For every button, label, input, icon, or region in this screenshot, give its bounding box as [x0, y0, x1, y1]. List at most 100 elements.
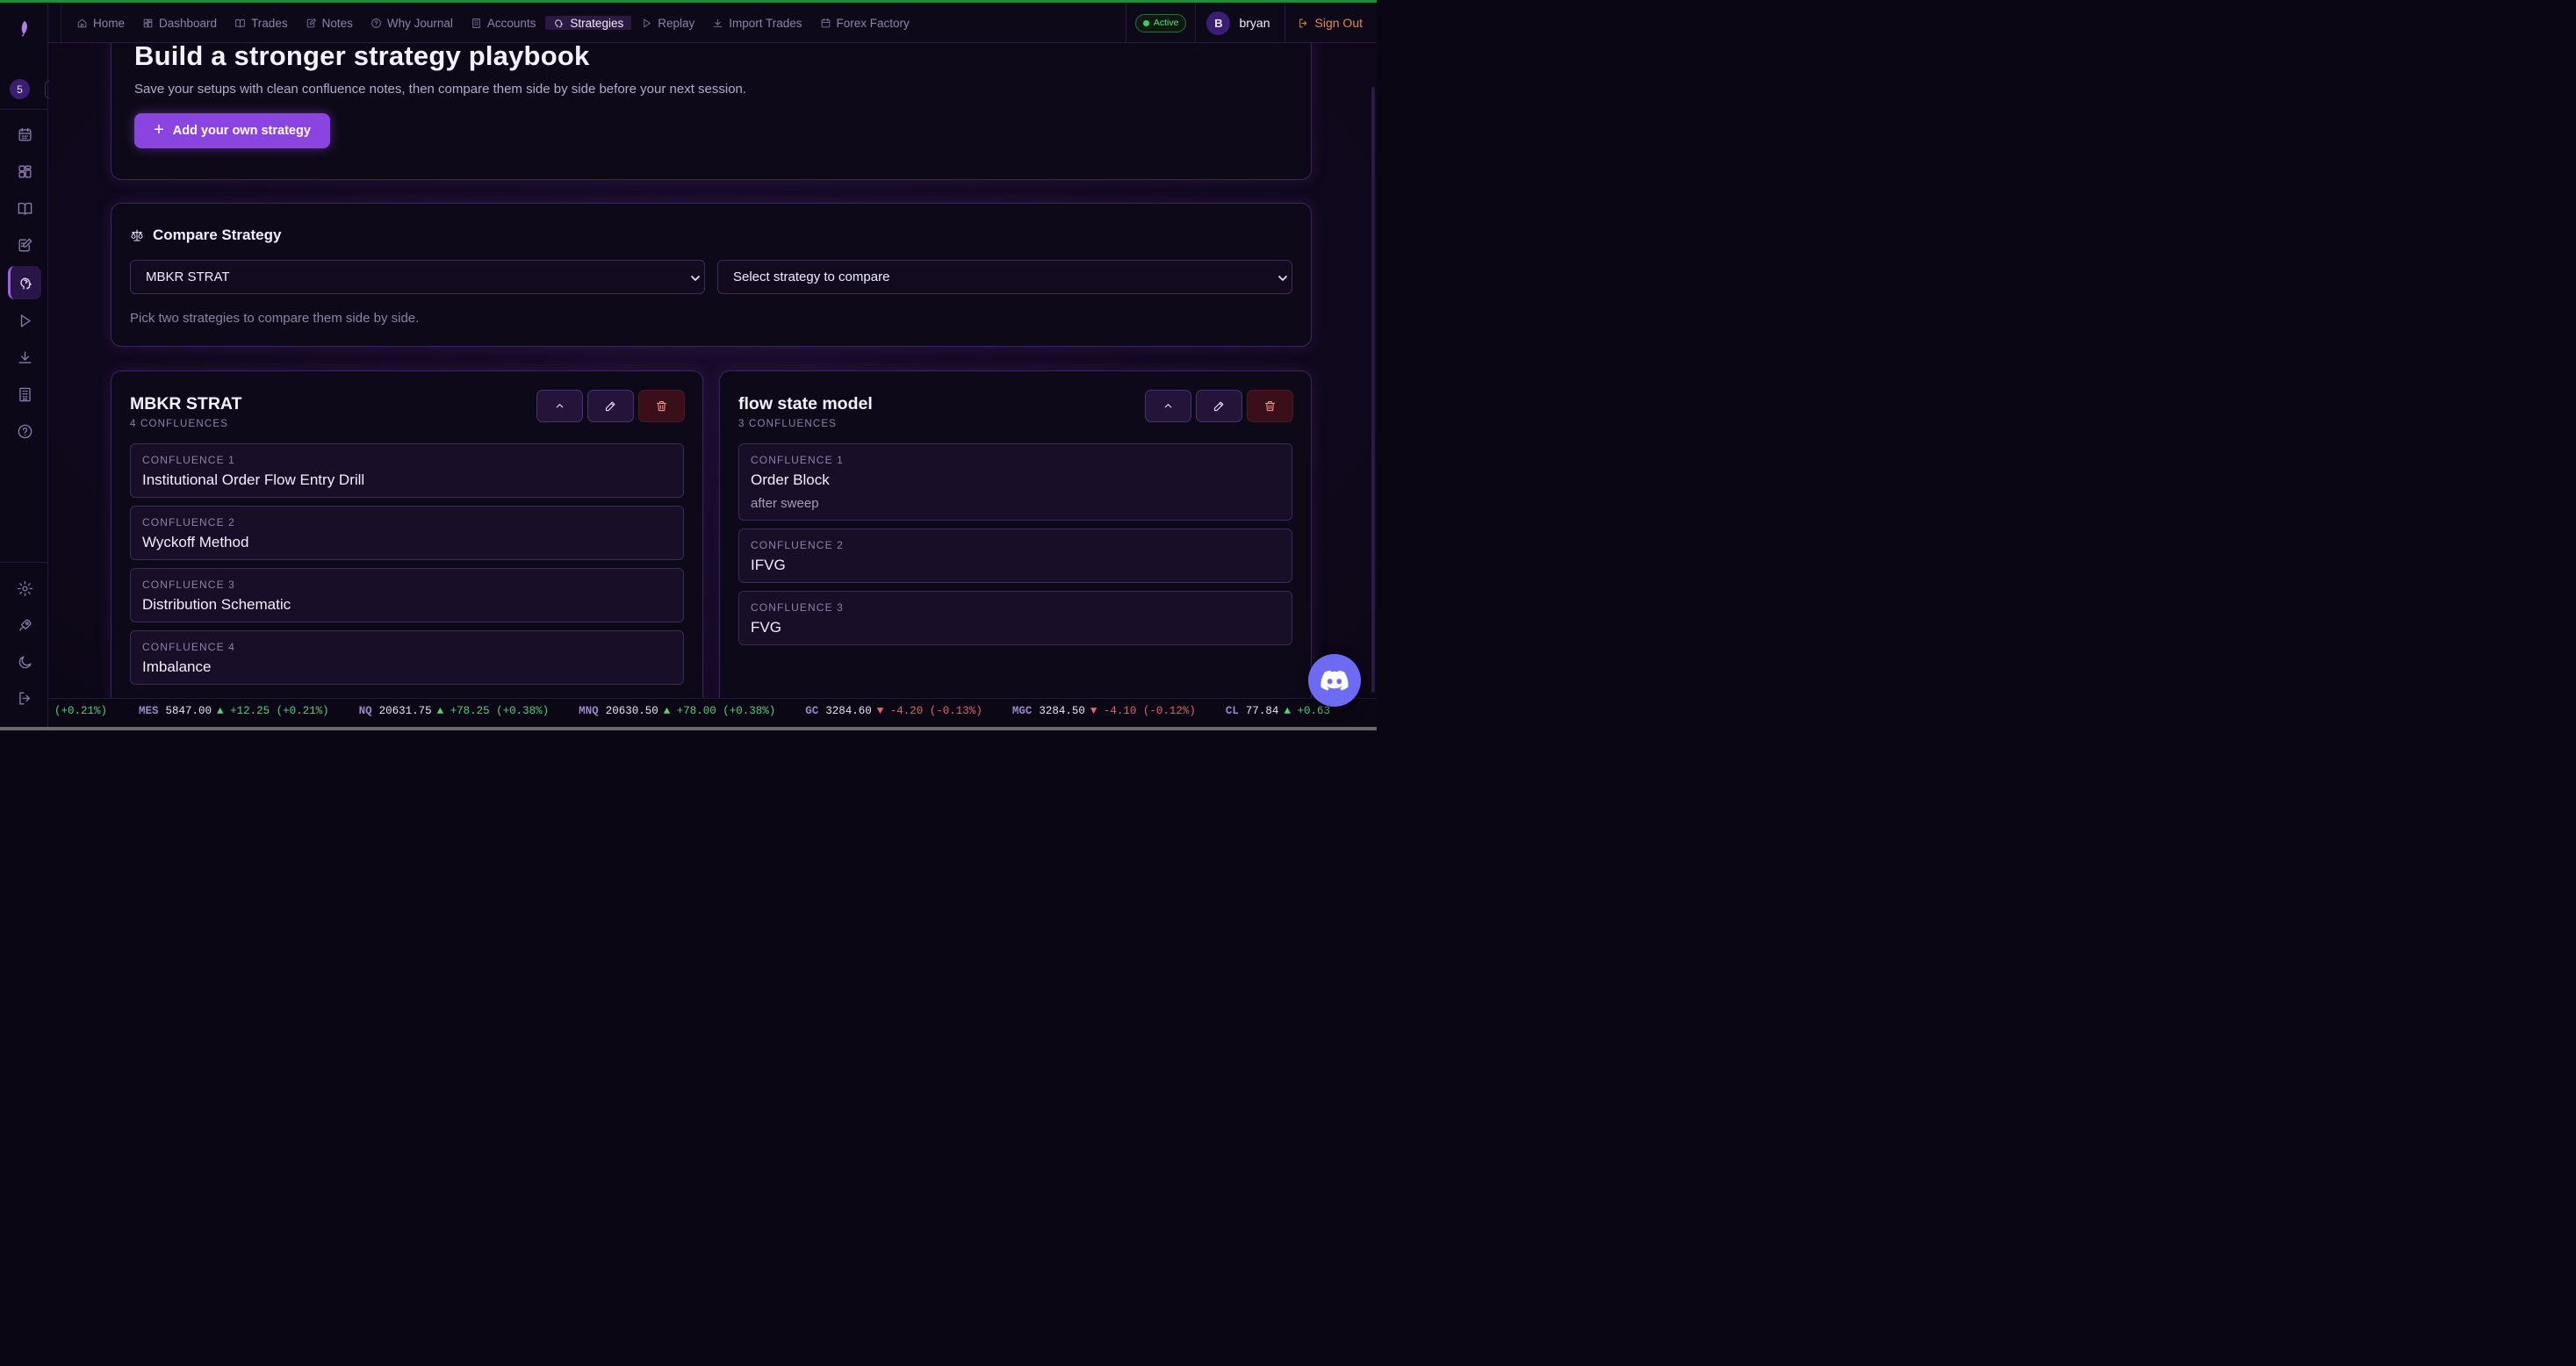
sidebar-item-strategies[interactable] — [8, 266, 41, 299]
ticker-symbol: MES — [139, 705, 159, 717]
username: bryan — [1239, 16, 1270, 30]
ticker-change: +78.00 (+0.38%) — [676, 705, 776, 717]
dashboard-icon — [143, 18, 153, 27]
nav-item-label: Trades — [251, 16, 288, 30]
nav-item-trades[interactable]: Trades — [227, 16, 296, 30]
strategy-card: flow state model 3 CONFLUENCES CONFLUENC… — [719, 370, 1312, 698]
book-icon — [235, 18, 245, 27]
plus-icon: + — [154, 120, 164, 140]
collapse-button[interactable] — [1145, 390, 1191, 422]
calendar-icon — [821, 18, 830, 27]
sidebar-item-notes[interactable] — [8, 228, 41, 262]
page-title: Build a stronger strategy playbook — [134, 43, 590, 71]
trash-icon — [1264, 400, 1276, 412]
sidebar-item-import[interactable] — [8, 341, 41, 374]
ticker-symbol: GC — [805, 705, 819, 717]
chevron-down-icon — [690, 272, 701, 283]
ticker-symbol: NQ — [358, 705, 372, 717]
confluence-item: CONFLUENCE 1 Order Block after sweep — [738, 443, 1292, 521]
discord-chat-button[interactable] — [1308, 654, 1361, 707]
strategy-name: MBKR STRAT — [130, 394, 242, 413]
nav-item-accounts[interactable]: Accounts — [463, 16, 544, 30]
nav-item-label: Replay — [658, 16, 695, 30]
sidebar-item-settings[interactable] — [8, 572, 41, 605]
nav-item-strategies[interactable]: Strategies — [545, 16, 632, 30]
confluence-label: CONFLUENCE 4 — [142, 641, 235, 653]
ticker-item: MES 5847.00 ▲ +12.25 (+0.21%) — [139, 705, 329, 717]
ticker-item: NQ 20631.75 ▲ +78.25 (+0.38%) — [359, 705, 550, 717]
sign-out-button[interactable]: Sign Out — [1285, 16, 1377, 30]
page-scrollbar[interactable] — [1371, 87, 1375, 693]
chevron-up-icon — [556, 404, 564, 408]
nav-item-label: Dashboard — [159, 16, 218, 30]
nav-item-home[interactable]: Home — [68, 16, 133, 30]
app-logo-icon[interactable] — [12, 17, 35, 40]
moon-icon — [18, 655, 32, 668]
sidebar-item-theme[interactable] — [8, 645, 41, 679]
trash-icon — [656, 400, 667, 412]
compare-header: Compare Strategy — [130, 226, 281, 244]
main-content: Build a stronger strategy playbook Save … — [49, 43, 1377, 698]
delete-button[interactable] — [638, 390, 685, 422]
sidebar-item-accounts[interactable] — [8, 377, 41, 411]
sidebar-item-trades[interactable] — [8, 191, 41, 225]
arrow-down-icon: ▼ — [1090, 705, 1104, 717]
ticker-symbol: MNQ — [579, 705, 599, 717]
edit-button[interactable] — [1196, 390, 1242, 422]
avatar[interactable]: B — [1206, 11, 1231, 35]
discord-icon — [1320, 670, 1349, 691]
nav-item-import-trades[interactable]: Import Trades — [704, 16, 809, 30]
confluence-count: 3 CONFLUENCES — [738, 419, 838, 429]
page-subtitle: Save your setups with clean confluence n… — [134, 82, 747, 97]
arrow-down-icon: ▼ — [876, 705, 890, 717]
compare-strategy-card: Compare Strategy MBKR STRAT Select strat… — [111, 203, 1312, 347]
confluence-value: IFVG — [751, 557, 786, 573]
nav-item-label: Strategies — [570, 16, 624, 30]
help-icon — [18, 424, 32, 438]
confluence-label: CONFLUENCE 3 — [142, 579, 235, 591]
sidebar-item-help[interactable] — [8, 414, 41, 448]
compare-strategy-select[interactable]: Select strategy to compare — [717, 260, 1292, 294]
confluence-item: CONFLUENCE 4 Imbalance — [130, 630, 684, 685]
nav-item-dashboard[interactable]: Dashboard — [134, 16, 225, 30]
arrow-up-icon: ▲ — [436, 705, 450, 717]
ticker-item: CL 77.84 ▲ +0.63 — [1226, 705, 1330, 717]
confluence-value: Imbalance — [142, 658, 212, 675]
sidebar-item-launch[interactable] — [8, 608, 41, 642]
confluence-item: CONFLUENCE 3 Distribution Schematic — [130, 568, 684, 622]
add-strategy-button[interactable]: + Add your own strategy — [134, 113, 330, 148]
sidebar-item-dashboard[interactable] — [8, 155, 41, 188]
window-bottom-edge — [0, 727, 1377, 730]
collapse-button[interactable] — [536, 390, 583, 422]
status-dot-icon — [1142, 19, 1149, 26]
edit-button[interactable] — [587, 390, 634, 422]
sidebar-item-calendar[interactable] — [8, 118, 41, 151]
confluence-label: CONFLUENCE 3 — [751, 601, 844, 614]
nav-item-label: Import Trades — [729, 16, 802, 30]
sidebar-item-logout[interactable] — [8, 681, 41, 715]
chevron-down-icon — [1277, 272, 1288, 283]
nav-item-notes[interactable]: Notes — [298, 16, 361, 30]
nav-item-label: Notes — [321, 16, 353, 30]
user-menu[interactable]: B bryan — [1195, 3, 1285, 43]
nav-item-replay[interactable]: Replay — [633, 16, 702, 30]
delete-button[interactable] — [1247, 390, 1293, 422]
ticker-change: (+0.21%) — [54, 705, 108, 717]
nav-item-forex-factory[interactable]: Forex Factory — [812, 16, 917, 30]
play-icon — [644, 18, 651, 27]
nav-item-why-journal[interactable]: Why Journal — [363, 16, 461, 30]
logout-icon — [1299, 18, 1306, 27]
arrow-up-icon: ▲ — [663, 705, 677, 717]
arrow-up-icon: ▲ — [217, 705, 231, 717]
notes-icon — [18, 238, 32, 252]
sidebar-item-replay[interactable] — [8, 304, 41, 337]
nav-item-label: Accounts — [486, 16, 536, 30]
compare-strategy-placeholder: Select strategy to compare — [733, 270, 890, 284]
primary-strategy-select[interactable]: MBKR STRAT — [130, 260, 705, 294]
nav-right: Active B bryan Sign Out — [1125, 3, 1377, 43]
confluence-note: after sweep — [751, 496, 819, 511]
compare-hint: Pick two strategies to compare them side… — [130, 311, 420, 326]
confluence-count: 4 CONFLUENCES — [130, 419, 229, 429]
ticker-change: -4.20 (-0.13%) — [889, 705, 982, 717]
notification-badge[interactable]: 5 — [10, 79, 30, 99]
